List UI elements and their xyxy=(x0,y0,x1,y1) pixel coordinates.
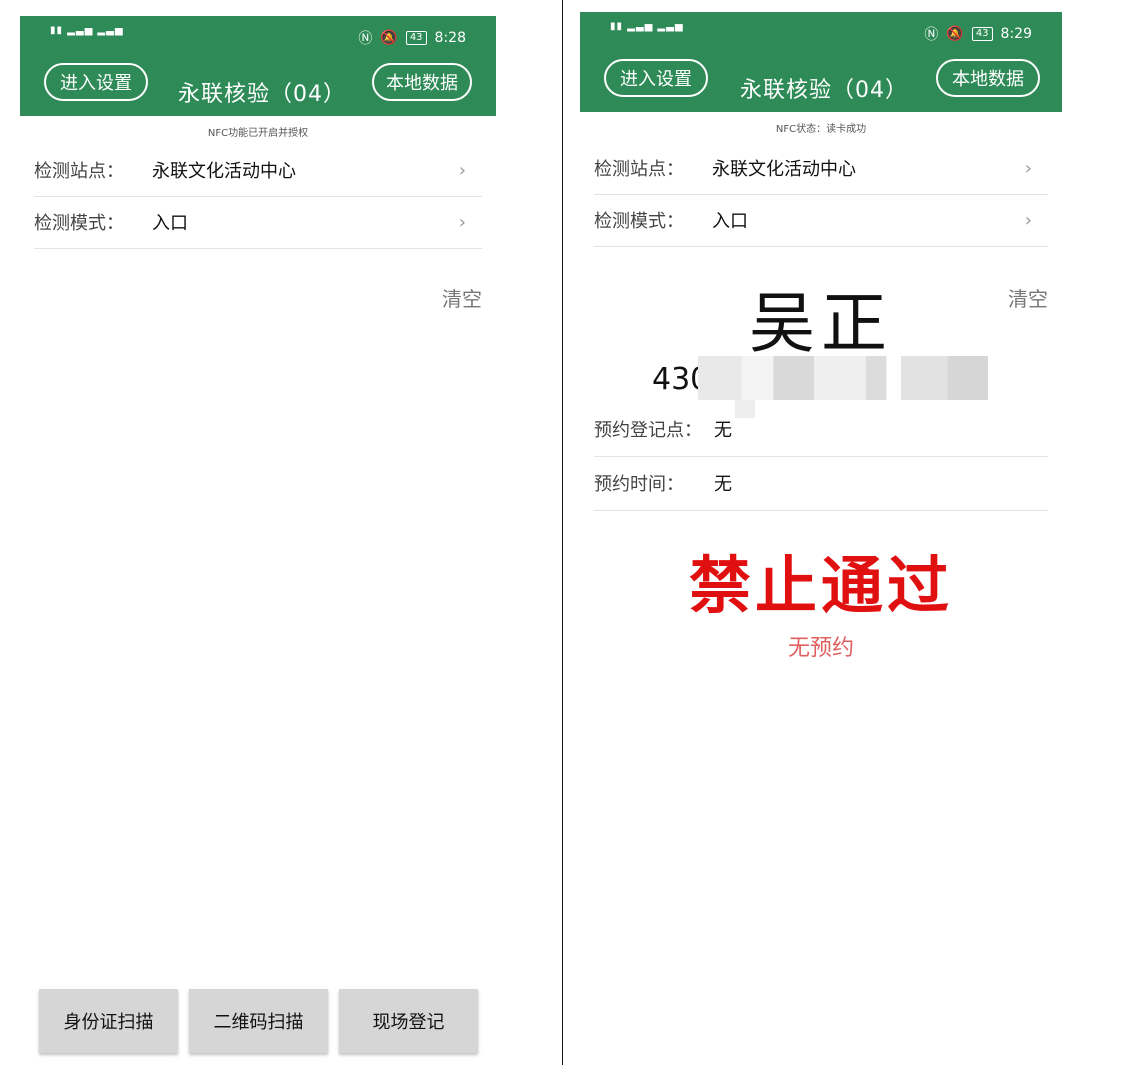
clock: 8:29 xyxy=(1000,26,1032,42)
mode-label: 检测模式： xyxy=(594,211,684,232)
phone-screen-left: ▮▮ ▂▃▅ ▂▃▅ Ⓝ 🔕 43 8:28 进入设置 永联核验（04） 本地数… xyxy=(20,0,496,1065)
battery-indicator: 43 xyxy=(405,31,427,45)
booking-time-row: 预约时间： 无 xyxy=(594,456,1048,511)
station-row[interactable]: 检测站点： 永联文化活动中心 › xyxy=(594,142,1048,195)
signal-status: ▮▮ ▂▃▅ ▂▃▅ xyxy=(610,22,684,32)
clock: 8:28 xyxy=(434,30,466,46)
page-title: 永联核验（04） xyxy=(178,82,346,107)
redaction-blur xyxy=(698,356,988,400)
mode-label: 检测模式： xyxy=(34,213,124,234)
bell-off-icon: 🔕 xyxy=(946,26,964,42)
bell-off-icon: 🔕 xyxy=(380,30,398,46)
person-name: 吴正 xyxy=(749,285,893,362)
booking-site-label: 预约登记点： xyxy=(594,420,702,441)
booking-time-value: 无 xyxy=(714,474,732,495)
access-denied-status: 禁止通过 xyxy=(688,549,953,622)
booking-site-row: 预约登记点： 无 xyxy=(594,402,1048,457)
denial-reason: 无预约 xyxy=(787,636,854,661)
nfc-status: NFC功能已开启并授权 xyxy=(207,128,309,139)
status-right: Ⓝ 🔕 43 8:28 xyxy=(358,28,466,48)
signal-status: ▮▮ ▂▃▅ ▂▃▅ xyxy=(50,26,124,36)
onsite-register-button[interactable]: 现场登记 xyxy=(339,989,478,1053)
settings-button[interactable]: 进入设置 xyxy=(604,59,708,97)
mode-value: 入口 xyxy=(712,211,748,232)
local-data-button[interactable]: 本地数据 xyxy=(372,63,472,101)
station-label: 检测站点： xyxy=(34,161,124,182)
nfc-status: NFC状态：读卡成功 xyxy=(775,124,867,135)
booking-time-label: 预约时间： xyxy=(594,474,684,495)
booking-site-value: 无 xyxy=(714,420,732,441)
phone-screen-right: ▮▮ ▂▃▅ ▂▃▅ Ⓝ 🔕 43 8:29 进入设置 永联核验（04） 本地数… xyxy=(580,0,1062,1065)
chevron-right-icon: › xyxy=(1024,157,1032,179)
nfc-icon: Ⓝ xyxy=(358,31,373,47)
divider xyxy=(562,0,563,1065)
qr-scan-button[interactable]: 二维码扫描 xyxy=(189,989,328,1053)
station-value: 永联文化活动中心 xyxy=(152,161,296,182)
app-header: ▮▮ ▂▃▅ ▂▃▅ Ⓝ 🔕 43 8:28 进入设置 永联核验（04） 本地数… xyxy=(20,16,496,116)
station-value: 永联文化活动中心 xyxy=(712,159,856,180)
nfc-icon: Ⓝ xyxy=(924,27,939,43)
mode-value: 入口 xyxy=(152,213,188,234)
clear-button[interactable]: 清空 xyxy=(442,283,482,312)
signal-icon: ▮▮ ▂▃▅ ▂▃▅ xyxy=(50,25,124,36)
settings-button[interactable]: 进入设置 xyxy=(44,63,148,101)
chevron-right-icon: › xyxy=(1024,209,1032,231)
station-label: 检测站点： xyxy=(594,159,684,180)
page-title: 永联核验（04） xyxy=(740,78,908,103)
mode-row[interactable]: 检测模式： 入口 › xyxy=(34,196,482,249)
signal-icon: ▮▮ ▂▃▅ ▂▃▅ xyxy=(610,21,684,32)
status-right: Ⓝ 🔕 43 8:29 xyxy=(924,24,1032,44)
local-data-button[interactable]: 本地数据 xyxy=(936,59,1040,97)
mode-row[interactable]: 检测模式： 入口 › xyxy=(594,194,1048,247)
chevron-right-icon: › xyxy=(458,211,466,233)
station-row[interactable]: 检测站点： 永联文化活动中心 › xyxy=(34,144,482,197)
battery-indicator: 43 xyxy=(971,27,993,41)
app-header: ▮▮ ▂▃▅ ▂▃▅ Ⓝ 🔕 43 8:29 进入设置 永联核验（04） 本地数… xyxy=(580,12,1062,112)
chevron-right-icon: › xyxy=(458,159,466,181)
id-card-scan-button[interactable]: 身份证扫描 xyxy=(39,989,178,1053)
